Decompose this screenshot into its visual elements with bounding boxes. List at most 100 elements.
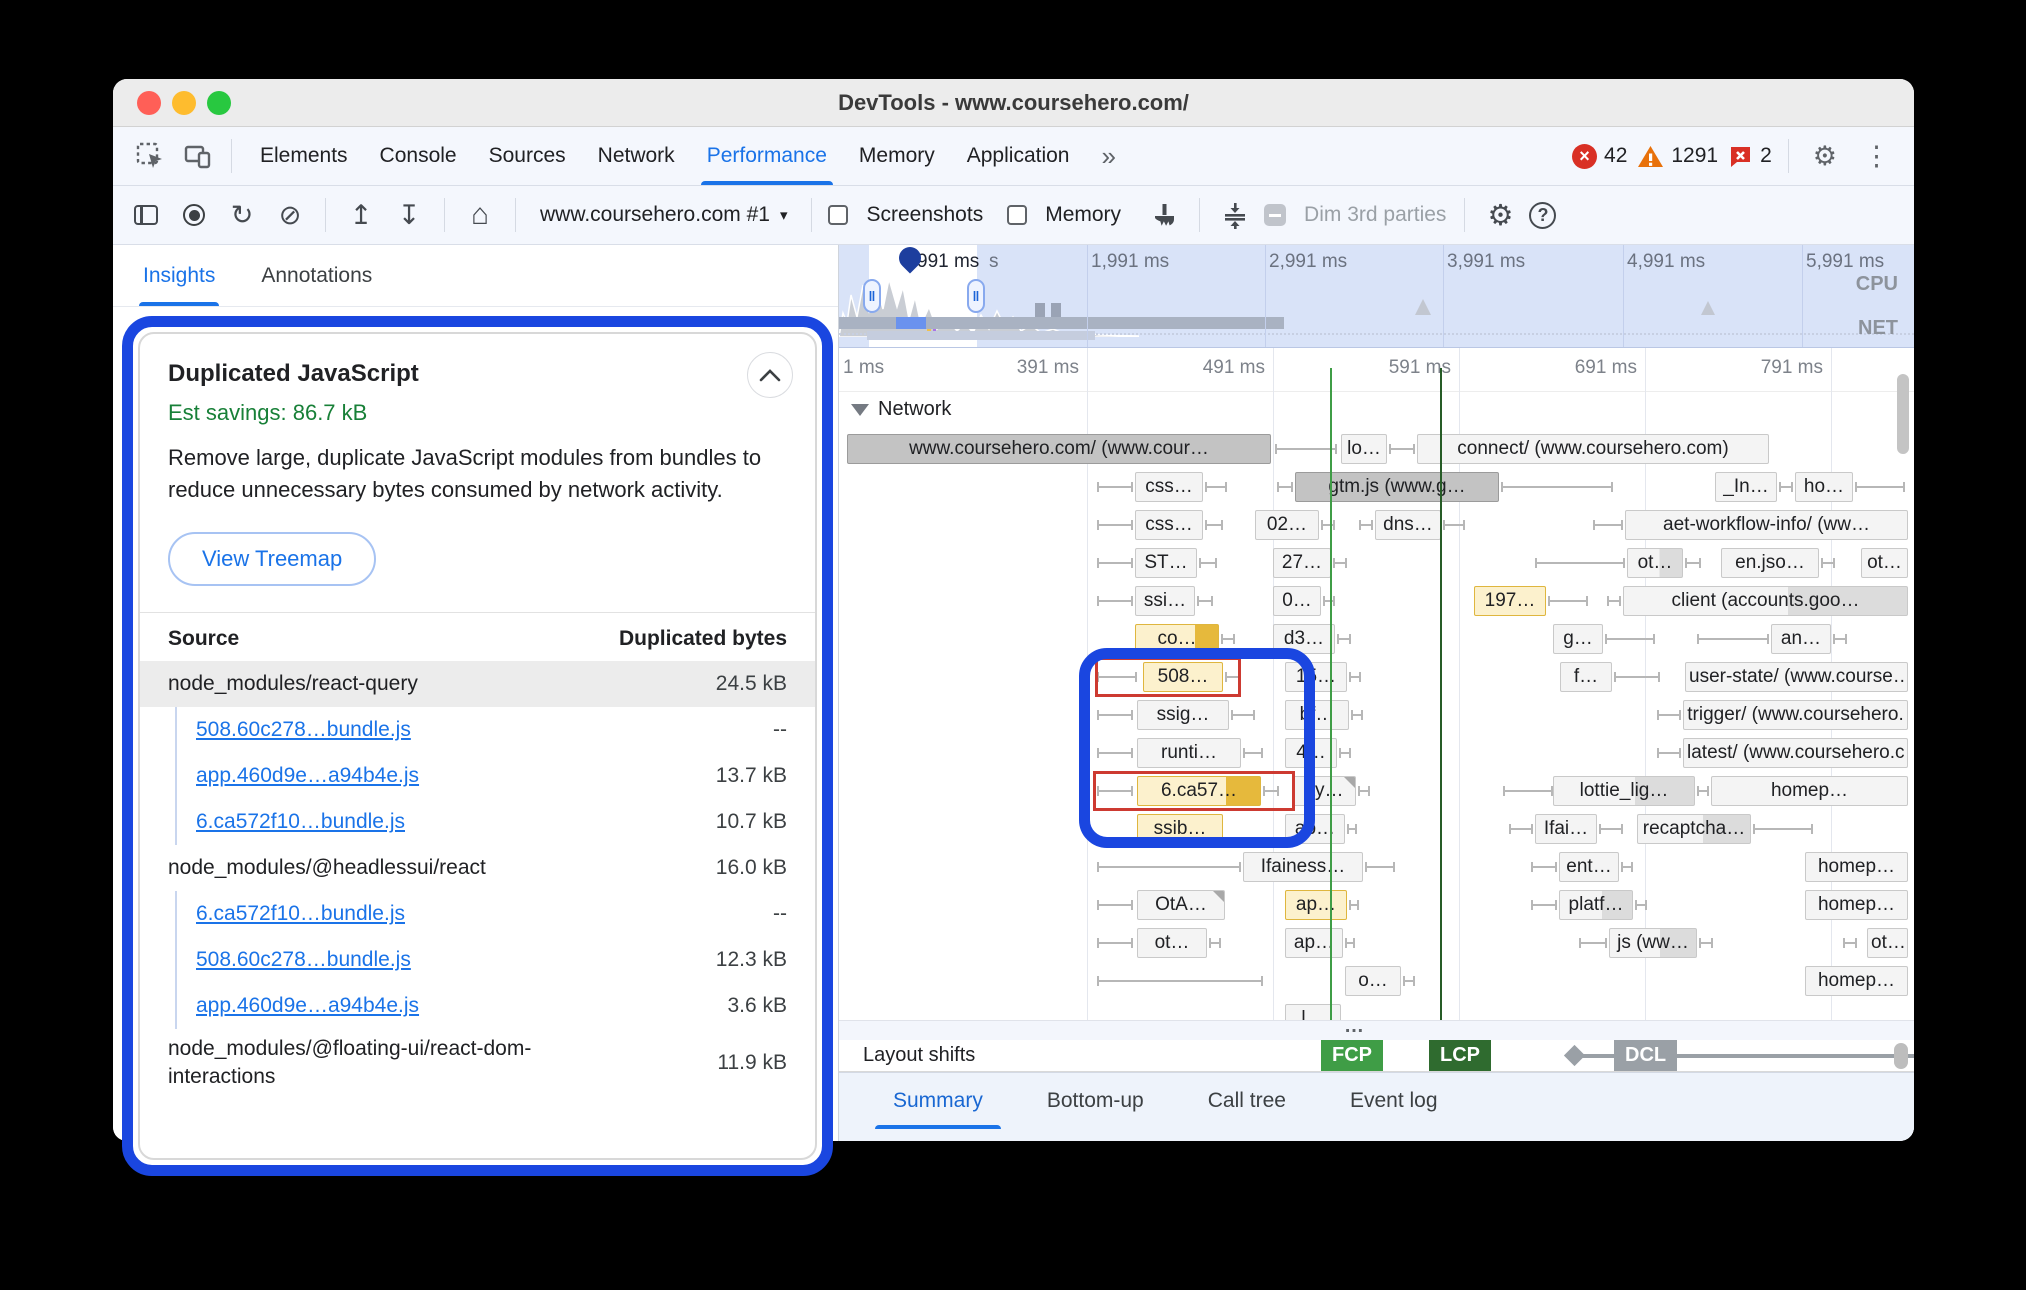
network-request-bar[interactable]: 0…	[1273, 586, 1321, 616]
network-request-bar[interactable]: ot…	[1867, 928, 1908, 958]
network-request-bar[interactable]: css…	[1135, 510, 1203, 540]
tab-sources[interactable]: Sources	[473, 127, 582, 185]
issues-count-badge[interactable]: 2	[1728, 144, 1772, 169]
settings-gear-icon[interactable]: ⚙	[1805, 141, 1845, 172]
network-request-bar[interactable]: homep…	[1805, 966, 1908, 996]
record-icon[interactable]	[175, 196, 213, 234]
network-request-bar[interactable]: ST…	[1135, 548, 1197, 578]
sidebar-tab-insights[interactable]: Insights	[143, 245, 215, 306]
fcp-badge[interactable]: FCP	[1321, 1040, 1383, 1071]
collapsed-rows-indicator[interactable]: …	[839, 1020, 1914, 1040]
clear-icon[interactable]: ⊘	[271, 196, 309, 234]
source-file-link[interactable]: 6.ca572f10…bundle.js	[196, 810, 405, 834]
download-profile-icon[interactable]: ↧	[390, 196, 428, 234]
network-request-bar[interactable]: user-state/ (www.course…	[1685, 662, 1908, 692]
network-request-bar[interactable]: www.coursehero.com/ (www.cour…	[847, 434, 1271, 464]
network-request-bar[interactable]: aet-workflow-info/ (ww…	[1625, 510, 1908, 540]
lcp-badge[interactable]: LCP	[1429, 1040, 1491, 1071]
timeline-overview[interactable]: 991 mss1,991 ms2,991 ms3,991 ms4,991 ms5…	[839, 245, 1914, 348]
history-select[interactable]: www.coursehero.com #1 ▾	[532, 203, 795, 227]
network-request-bar[interactable]: ent…	[1559, 852, 1619, 882]
more-tabs-icon[interactable]: »	[1091, 141, 1125, 172]
network-request-bar[interactable]: client (accounts.goo…	[1623, 586, 1908, 616]
screenshots-checkbox[interactable]	[828, 205, 848, 225]
network-request-bar[interactable]: 197…	[1474, 586, 1546, 616]
dcl-badge[interactable]: DCL	[1614, 1040, 1677, 1071]
garbage-collect-icon[interactable]	[1145, 196, 1183, 234]
tab-application[interactable]: Application	[951, 127, 1086, 185]
scrollbar-thumb[interactable]	[1894, 1043, 1908, 1069]
vertical-scrollbar[interactable]	[1897, 374, 1909, 454]
network-request-bar[interactable]: g…	[1553, 624, 1603, 654]
network-request-bar[interactable]: js (ww…	[1609, 928, 1697, 958]
network-request-bar[interactable]: ssi…	[1135, 586, 1195, 616]
close-window-button[interactable]	[137, 91, 161, 115]
network-request-bar[interactable]: ap…	[1285, 890, 1347, 920]
tab-performance[interactable]: Performance	[691, 127, 843, 185]
tab-console[interactable]: Console	[364, 127, 473, 185]
source-file-link[interactable]: app.460d9e…a94b4e.js	[196, 994, 419, 1018]
tab-network[interactable]: Network	[582, 127, 691, 185]
collapse-flame-icon[interactable]	[1216, 196, 1254, 234]
collapse-insight-button[interactable]	[747, 352, 793, 398]
flame-chart[interactable]: 1 ms391 ms491 ms591 ms691 ms791 ms Netwo…	[839, 348, 1914, 1040]
network-request-bar[interactable]: ho…	[1795, 472, 1853, 502]
network-request-bar[interactable]: connect/ (www.coursehero.com)	[1417, 434, 1769, 464]
network-track-header[interactable]: Network	[851, 398, 951, 421]
network-request-bar[interactable]: an…	[1771, 624, 1831, 654]
network-request-bar[interactable]: 02…	[1255, 510, 1319, 540]
help-icon[interactable]: ?	[1529, 202, 1556, 229]
network-request-bar[interactable]: gtm.js (www.g…	[1295, 472, 1499, 502]
tab-elements[interactable]: Elements	[244, 127, 364, 185]
tab-memory[interactable]: Memory	[843, 127, 951, 185]
warning-count-badge[interactable]: 1291	[1637, 144, 1718, 169]
overview-right-handle[interactable]: ‖	[967, 279, 985, 313]
source-file-link[interactable]: 508.60c278…bundle.js	[196, 948, 411, 972]
overview-left-handle[interactable]: ‖	[863, 279, 881, 313]
network-request-bar[interactable]: o…	[1345, 966, 1401, 996]
toggle-sidebar-icon[interactable]	[127, 196, 165, 234]
network-request-bar[interactable]: latest/ (www.coursehero.c	[1683, 738, 1908, 768]
network-request-bar[interactable]: OtA…	[1137, 890, 1225, 920]
network-request-bar[interactable]: recaptcha…	[1637, 814, 1751, 844]
capture-settings-gear-icon[interactable]: ⚙	[1481, 196, 1519, 234]
network-request-bar[interactable]: lottie_lig…	[1553, 776, 1695, 806]
network-request-bar[interactable]: en.jso…	[1721, 548, 1819, 578]
network-request-bar[interactable]: homep…	[1805, 890, 1908, 920]
network-request-bar[interactable]: dns…	[1375, 510, 1441, 540]
network-request-bar[interactable]: trigger/ (www.coursehero.	[1683, 700, 1908, 730]
bottom-tab-bottom-up[interactable]: Bottom-up	[1015, 1073, 1176, 1129]
network-request-bar[interactable]: css…	[1135, 472, 1203, 502]
network-request-bar[interactable]: f…	[1560, 662, 1612, 692]
network-request-bar[interactable]: ot…	[1861, 548, 1908, 578]
network-request-bar[interactable]: ot…	[1137, 928, 1207, 958]
source-file-link[interactable]: 6.ca572f10…bundle.js	[196, 902, 405, 926]
network-request-bar[interactable]: ap…	[1285, 928, 1343, 958]
source-file-link[interactable]: app.460d9e…a94b4e.js	[196, 764, 419, 788]
network-request-bar[interactable]: ot…	[1627, 548, 1683, 578]
zoom-window-button[interactable]	[207, 91, 231, 115]
network-request-bar[interactable]: platf…	[1559, 890, 1633, 920]
network-request-bar[interactable]: homep…	[1805, 852, 1908, 882]
memory-checkbox[interactable]	[1007, 205, 1027, 225]
bottom-tab-summary[interactable]: Summary	[861, 1073, 1015, 1129]
network-request-bar[interactable]: Ifainess…	[1243, 852, 1363, 882]
reload-and-record-icon[interactable]: ↻	[223, 196, 261, 234]
network-request-bar[interactable]: Ifai…	[1535, 814, 1597, 844]
error-count-badge[interactable]: × 42	[1572, 144, 1627, 169]
bottom-tab-call-tree[interactable]: Call tree	[1176, 1073, 1318, 1129]
kebab-menu-icon[interactable]: ⋮	[1855, 141, 1898, 172]
inspect-element-icon[interactable]	[129, 135, 171, 177]
view-treemap-button[interactable]: View Treemap	[168, 532, 376, 586]
network-request-bar[interactable]: homep…	[1711, 776, 1908, 806]
home-icon[interactable]: ⌂	[461, 196, 499, 234]
bottom-tab-event-log[interactable]: Event log	[1318, 1073, 1470, 1129]
network-request-bar[interactable]: 27…	[1273, 548, 1331, 578]
network-request-bar[interactable]: lo…	[1341, 434, 1387, 464]
dim-third-parties-toggle[interactable]	[1264, 204, 1286, 226]
network-request-bar[interactable]: _In…	[1715, 472, 1777, 502]
minimize-window-button[interactable]	[172, 91, 196, 115]
source-file-link[interactable]: 508.60c278…bundle.js	[196, 718, 411, 742]
sidebar-tab-annotations[interactable]: Annotations	[261, 245, 372, 306]
upload-profile-icon[interactable]: ↥	[342, 196, 380, 234]
